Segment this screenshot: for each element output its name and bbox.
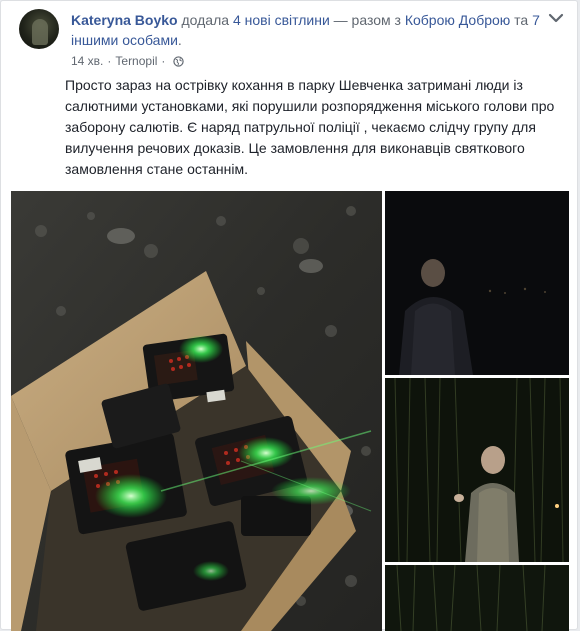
photo-person-flash[interactable]	[385, 378, 569, 562]
with-text: — разом з	[333, 12, 401, 28]
avatar-figure	[32, 19, 48, 45]
post-card: Kateryna Boyko додала 4 нові світлини — …	[0, 0, 578, 631]
meta-separator: ·	[107, 54, 112, 68]
and-text: та	[514, 12, 529, 28]
chevron-down-icon[interactable]	[547, 11, 565, 25]
author-avatar[interactable]	[19, 9, 59, 49]
location-link[interactable]: Ternopil	[115, 54, 157, 68]
action-text: додала	[181, 12, 230, 28]
meta-separator-2: ·	[161, 54, 166, 68]
globe-icon[interactable]	[173, 55, 185, 67]
photos-link[interactable]: 4 нові світлини	[233, 12, 330, 28]
author-name-link[interactable]: Kateryna Boyko	[71, 12, 178, 28]
period-text: .	[177, 32, 182, 48]
post-headline: Kateryna Boyko додала 4 нові світлини — …	[71, 10, 541, 50]
photo-person-dark[interactable]	[385, 191, 569, 375]
post-body-text: Просто зараз на острівку кохання в парку…	[65, 77, 555, 177]
photo-main-box[interactable]	[11, 191, 382, 631]
timestamp-link[interactable]: 14 хв.	[71, 54, 103, 68]
post-meta: 14 хв. · Ternopil ·	[71, 54, 185, 68]
photo-grid	[11, 191, 569, 631]
post-header: Kateryna Boyko додала 4 нові світлини — …	[19, 9, 565, 69]
tagged-person-link[interactable]: Коброю Доброю	[405, 12, 510, 28]
photo-bushes[interactable]	[385, 565, 569, 631]
